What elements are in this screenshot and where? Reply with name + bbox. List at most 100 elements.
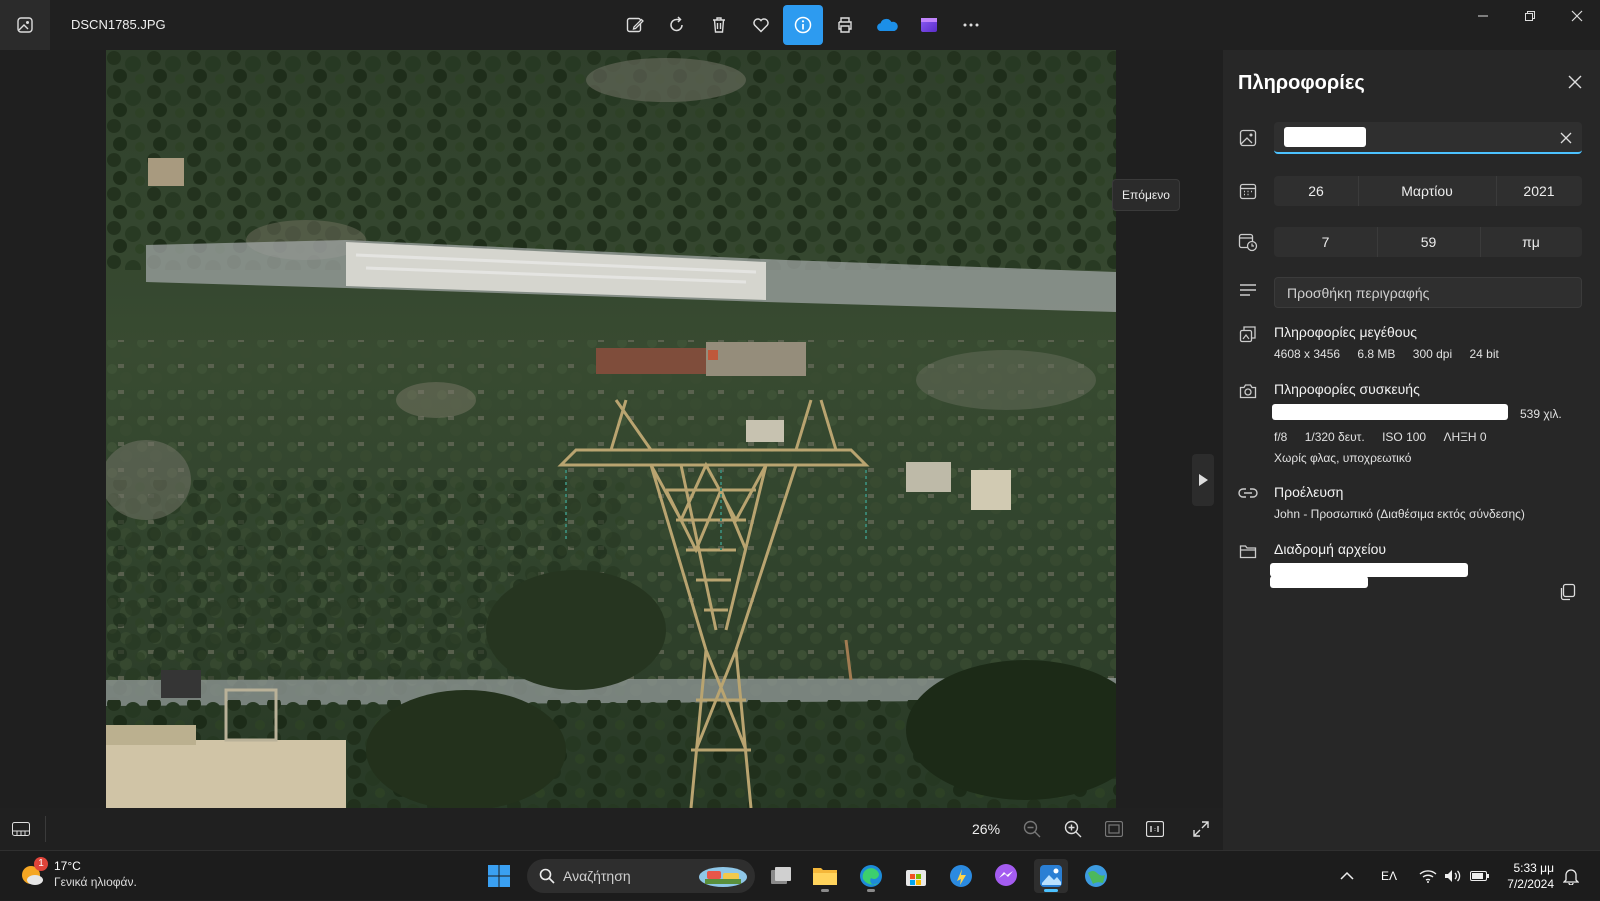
microsoft-store-icon[interactable] bbox=[899, 859, 933, 893]
taskbar: 1 17°C Γενικά ηλιοφάν. Αναζήτηση ΕΛ 5:33… bbox=[0, 850, 1600, 900]
favorite-icon[interactable] bbox=[741, 5, 781, 45]
close-icon[interactable] bbox=[1565, 72, 1585, 92]
rotate-icon[interactable] bbox=[657, 5, 697, 45]
size-info-icon bbox=[1238, 324, 1258, 344]
date-year[interactable]: 2021 bbox=[1496, 183, 1582, 199]
copy-path-icon[interactable] bbox=[1555, 580, 1579, 604]
edge-icon[interactable] bbox=[854, 859, 888, 893]
battery-icon[interactable] bbox=[1470, 851, 1490, 901]
edit-image-icon[interactable] bbox=[615, 5, 655, 45]
taskbar-search[interactable]: Αναζήτηση bbox=[527, 859, 755, 893]
fit-to-window-icon[interactable] bbox=[1102, 817, 1126, 841]
window-controls bbox=[1459, 0, 1600, 32]
source-value[interactable]: John - Προσωπικό (Διαθέσιμα εκτός σύνδεσ… bbox=[1274, 507, 1525, 521]
photo-image[interactable] bbox=[106, 50, 1116, 808]
weather-condition: Γενικά ηλιοφάν. bbox=[54, 875, 137, 889]
weather-app-icon[interactable] bbox=[944, 859, 978, 893]
time-ampm[interactable]: πμ bbox=[1480, 234, 1582, 250]
print-icon[interactable] bbox=[825, 5, 865, 45]
title-field[interactable] bbox=[1274, 122, 1582, 154]
full-screen-icon[interactable] bbox=[1189, 817, 1213, 841]
photo-viewer: Επόμενο bbox=[0, 50, 1223, 808]
maps-icon[interactable] bbox=[1079, 859, 1113, 893]
start-icon[interactable] bbox=[482, 859, 516, 893]
redacted-file-path bbox=[1270, 563, 1468, 577]
task-view-icon[interactable] bbox=[764, 859, 798, 893]
calendar-icon bbox=[1238, 181, 1258, 201]
redacted-title bbox=[1284, 127, 1366, 147]
search-icon bbox=[539, 868, 555, 884]
redacted-device-model bbox=[1272, 404, 1508, 420]
minimize-icon[interactable] bbox=[1459, 0, 1506, 32]
search-placeholder: Αναζήτηση bbox=[563, 868, 631, 884]
time-minute[interactable]: 59 bbox=[1377, 234, 1480, 250]
focal-length: 539 χιλ. bbox=[1520, 407, 1562, 421]
description-icon bbox=[1238, 280, 1258, 300]
clock-time: 5:33 μμ bbox=[1513, 861, 1554, 875]
zoom-in-icon[interactable] bbox=[1061, 817, 1085, 841]
photos-app-icon bbox=[0, 0, 50, 50]
image-title-icon bbox=[1238, 128, 1258, 148]
file-size: 6.8 MB bbox=[1357, 347, 1396, 361]
clipchamp-icon[interactable] bbox=[909, 5, 949, 45]
clear-title-icon[interactable] bbox=[1560, 131, 1572, 144]
zoom-level: 26% bbox=[972, 821, 1001, 837]
date-day[interactable]: 26 bbox=[1274, 183, 1358, 199]
tray-overflow-icon[interactable] bbox=[1340, 851, 1354, 901]
weather-widget[interactable]: 1 17°C Γενικά ηλιοφάν. bbox=[20, 857, 137, 890]
panel-title: Πληροφορίες bbox=[1238, 72, 1365, 94]
date-month[interactable]: Μαρτίου bbox=[1358, 183, 1496, 199]
flash-mode: Χωρίς φλας, υποχρεωτικό bbox=[1274, 451, 1412, 465]
title-bar: DSCN1785.JPG bbox=[0, 0, 1600, 50]
delete-icon[interactable] bbox=[699, 5, 739, 45]
onedrive-icon[interactable] bbox=[867, 5, 907, 45]
divider bbox=[45, 816, 46, 842]
date-picker[interactable]: 26 Μαρτίου 2021 bbox=[1274, 176, 1582, 206]
time-picker[interactable]: 7 59 πμ bbox=[1274, 227, 1582, 257]
more-icon[interactable] bbox=[951, 5, 991, 45]
source-heading: Προέλευση bbox=[1274, 484, 1344, 500]
toolbar bbox=[615, 5, 991, 45]
zoom-out-icon[interactable] bbox=[1020, 817, 1044, 841]
resolution-dpi: 300 dpi bbox=[1412, 347, 1453, 361]
time-hour[interactable]: 7 bbox=[1274, 234, 1377, 250]
notifications-icon[interactable] bbox=[1563, 851, 1579, 901]
photos-taskbar-icon[interactable] bbox=[1034, 859, 1068, 893]
language-indicator: ΕΛ bbox=[1381, 869, 1398, 883]
search-highlight-icon bbox=[699, 867, 747, 887]
messenger-icon[interactable] bbox=[989, 859, 1023, 893]
folder-icon bbox=[1238, 541, 1258, 561]
size-info-values: 4608 x 3456 6.8 MB 300 dpi 24 bit bbox=[1274, 347, 1513, 361]
info-panel: Πληροφορίες 26 Μαρτίου 2021 7 59 πμ Προσ… bbox=[1223, 50, 1600, 850]
restore-icon[interactable] bbox=[1506, 0, 1553, 32]
weather-badge: 1 bbox=[34, 857, 48, 871]
image-dimensions: 4608 x 3456 bbox=[1274, 347, 1341, 361]
weather-text: 17°C Γενικά ηλιοφάν. bbox=[54, 858, 137, 890]
file-path-heading: Διαδρομή αρχείου bbox=[1274, 541, 1387, 557]
input-language[interactable]: ΕΛ bbox=[1381, 851, 1397, 901]
wifi-icon[interactable] bbox=[1419, 851, 1437, 901]
camera-icon bbox=[1238, 381, 1258, 401]
next-image-button[interactable] bbox=[1192, 454, 1214, 506]
size-info-heading: Πληροφορίες μεγέθους bbox=[1274, 324, 1417, 340]
exposure-bias: ΛΗΞΗ 0 bbox=[1443, 430, 1487, 444]
volume-icon[interactable] bbox=[1444, 851, 1462, 901]
info-icon[interactable] bbox=[783, 5, 823, 45]
bit-depth: 24 bit bbox=[1469, 347, 1499, 361]
weather-sun-icon: 1 bbox=[20, 857, 48, 887]
description-input[interactable]: Προσθήκη περιγραφής bbox=[1274, 277, 1582, 308]
iso: ISO 100 bbox=[1382, 430, 1427, 444]
actual-size-icon[interactable] bbox=[1143, 817, 1167, 841]
time-icon bbox=[1238, 232, 1258, 252]
close-window-icon[interactable] bbox=[1553, 0, 1600, 32]
exposure-time: 1/320 δευτ. bbox=[1304, 430, 1365, 444]
link-icon bbox=[1238, 483, 1258, 503]
clock-date: 7/2/2024 bbox=[1507, 877, 1554, 891]
device-info-heading: Πληροφορίες συσκευής bbox=[1274, 381, 1420, 397]
exposure-values: f/8 1/320 δευτ. ISO 100 ΛΗΞΗ 0 bbox=[1274, 430, 1501, 444]
next-tooltip: Επόμενο bbox=[1112, 179, 1180, 211]
system-clock[interactable]: 5:33 μμ 7/2/2024 bbox=[1507, 860, 1554, 892]
viewer-bottom-bar: 26% bbox=[0, 808, 1223, 850]
file-explorer-icon[interactable] bbox=[808, 859, 842, 893]
filmstrip-toggle-icon[interactable] bbox=[10, 818, 32, 840]
